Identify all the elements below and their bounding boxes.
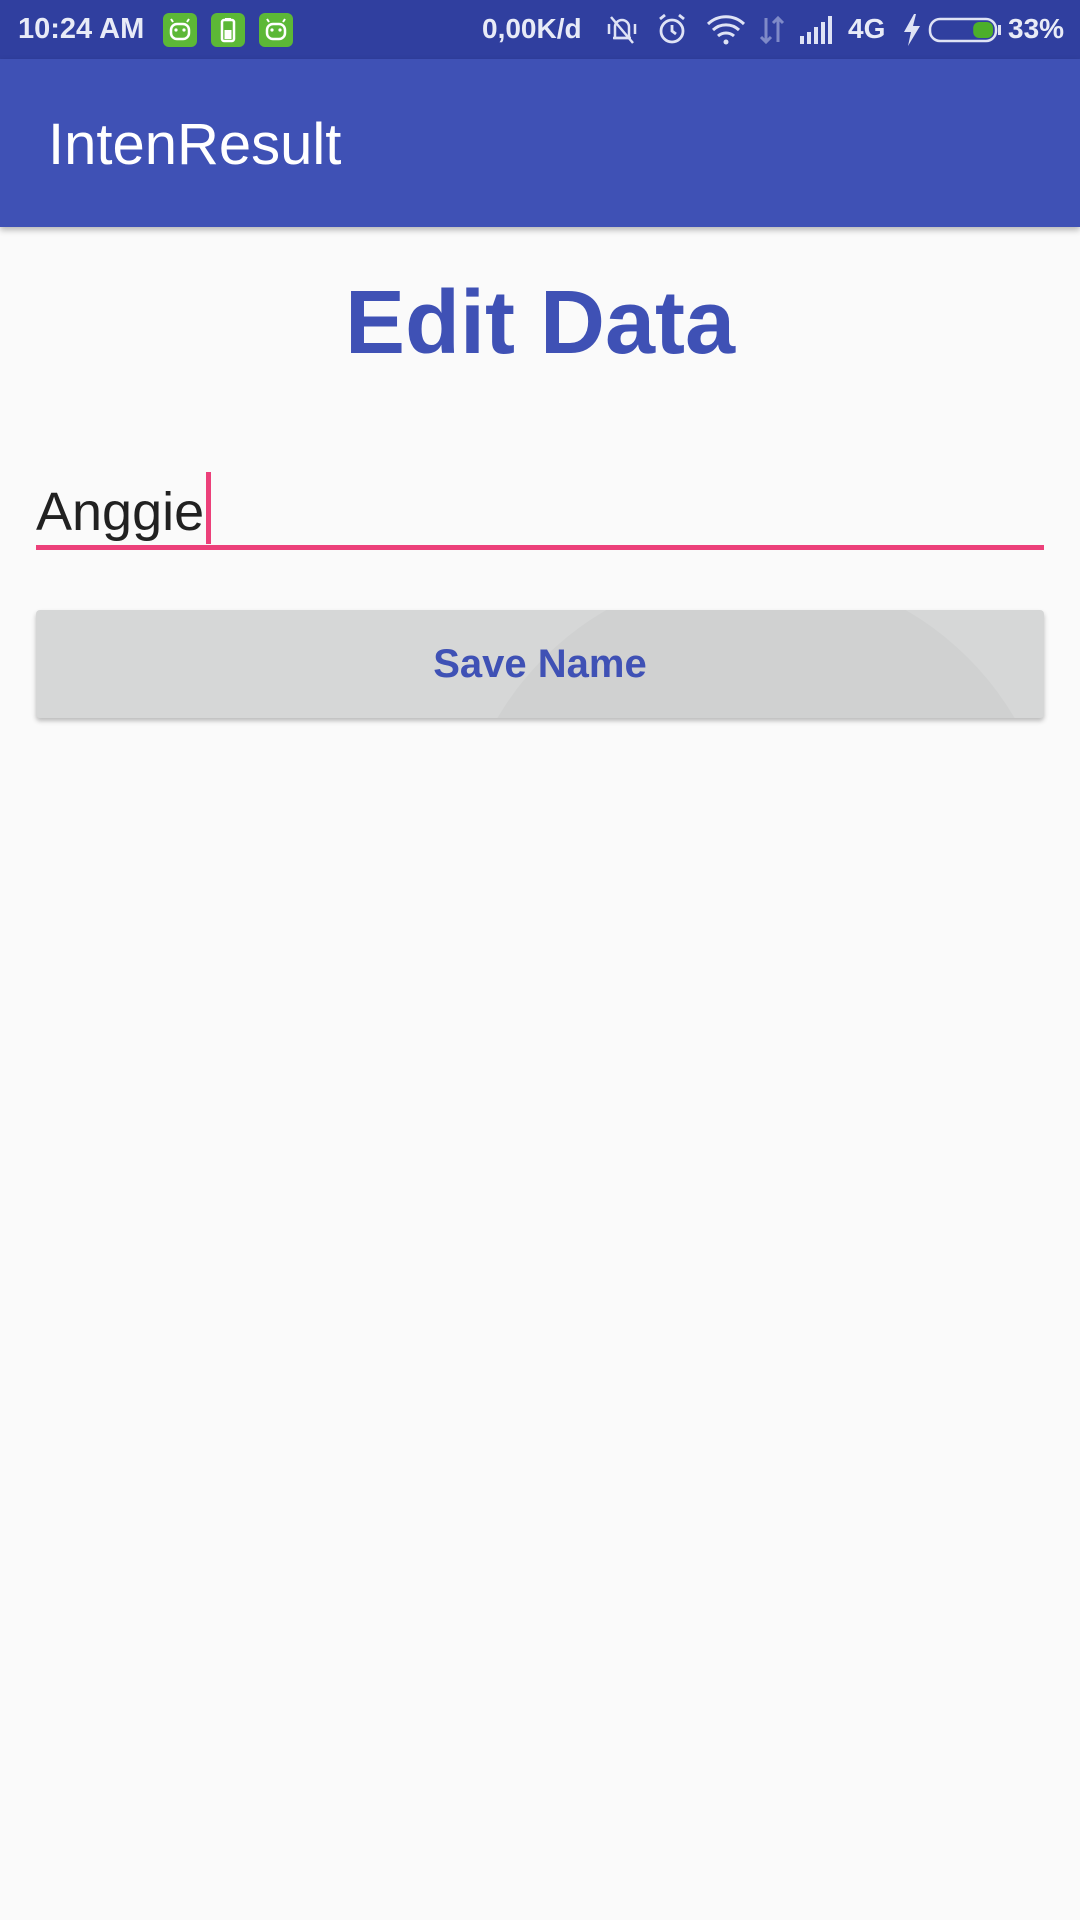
- network-type: 4G: [848, 13, 886, 44]
- name-input[interactable]: Anggie: [36, 460, 1044, 550]
- charging-icon: [900, 10, 924, 55]
- status-time: 10:24 AM: [18, 13, 145, 45]
- save-name-button-label: Save Name: [433, 642, 647, 686]
- signal-icon: [798, 10, 838, 55]
- name-input-value[interactable]: Anggie: [36, 472, 212, 544]
- battery-icon: [928, 10, 1002, 55]
- save-name-button[interactable]: Save Name: [36, 610, 1044, 718]
- alarm-icon: [652, 10, 692, 55]
- app-bar: IntenResult: [0, 59, 1080, 227]
- status-bar: 10:24 AM 0,00K/d 4G 33%: [0, 0, 1080, 59]
- text-cursor: [206, 472, 212, 544]
- data-arrows-icon: [756, 10, 788, 55]
- battery-app-icon: [211, 13, 245, 47]
- network-speed: 0,00K/d: [482, 13, 582, 44]
- wifi-icon: [704, 10, 748, 55]
- name-input-text: Anggie: [36, 482, 205, 542]
- android-app-icon: [163, 13, 197, 47]
- page-title: Edit Data: [344, 273, 736, 373]
- app-title: IntenResult: [48, 112, 342, 177]
- android-app-icon: [259, 13, 293, 47]
- vibrate-off-icon: [602, 10, 642, 55]
- battery-percent: 33%: [1008, 13, 1065, 44]
